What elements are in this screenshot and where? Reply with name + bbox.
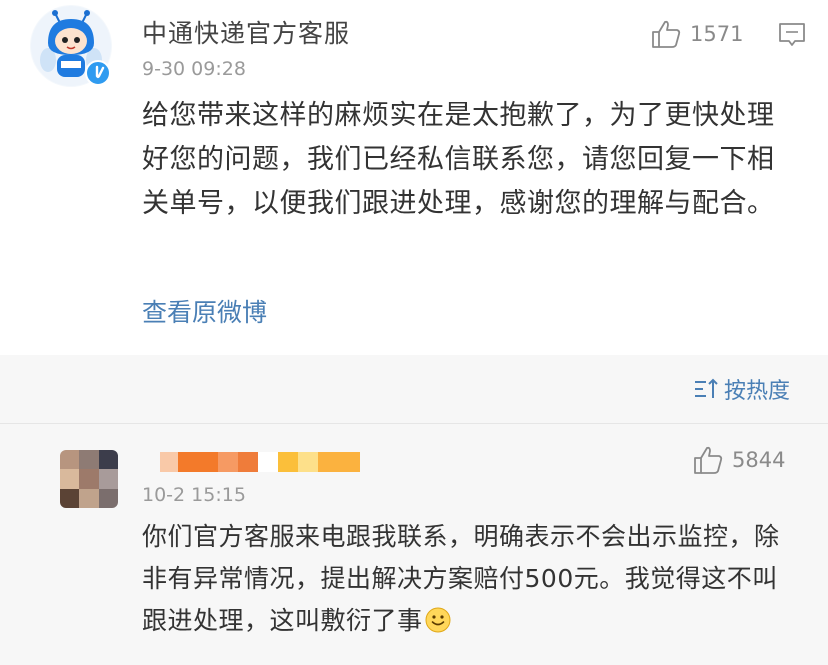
sort-by-heat-icon <box>695 378 718 398</box>
sort-by-heat-button[interactable]: 按热度 <box>692 373 790 405</box>
official-username[interactable]: 中通快递官方客服 <box>142 14 350 50</box>
divider <box>0 423 828 424</box>
like-button[interactable]: 5844 <box>692 444 785 476</box>
comment-text: 你们官方客服来电跟我联系，明确表示不会出示监控，除非有异常情况，提出解决方案赔付… <box>142 516 802 642</box>
comment-bubble-icon[interactable] <box>777 20 807 50</box>
official-timestamp: 9-30 09:28 <box>142 58 246 80</box>
like-count: 5844 <box>732 448 786 472</box>
view-original-link[interactable]: 查看原微博 <box>142 293 267 329</box>
verified-badge-icon <box>85 60 111 86</box>
comment-text-body: 你们官方客服来电跟我联系，明确表示不会出示监控，除非有异常情况，提出解决方案赔付… <box>142 522 780 635</box>
sort-label: 按热度 <box>724 379 791 404</box>
user-timestamp: 10-2 15:15 <box>142 484 246 506</box>
official-comment: 中通快递官方客服 9-30 09:28 1571 给您带来这样的麻烦实在是太抱歉… <box>0 0 828 355</box>
thumbs-up-icon <box>694 446 723 474</box>
like-count: 1571 <box>690 22 744 46</box>
pixelated-avatar[interactable] <box>60 450 118 508</box>
like-button[interactable]: 1571 <box>650 18 743 50</box>
smile-emoji-icon <box>425 604 451 633</box>
pixelated-username[interactable] <box>160 452 360 472</box>
thumbs-up-icon <box>652 20 681 48</box>
comment-text: 给您带来这样的麻烦实在是太抱歉了，为了更快处理好您的问题，我们已经私信联系您，请… <box>142 100 775 219</box>
